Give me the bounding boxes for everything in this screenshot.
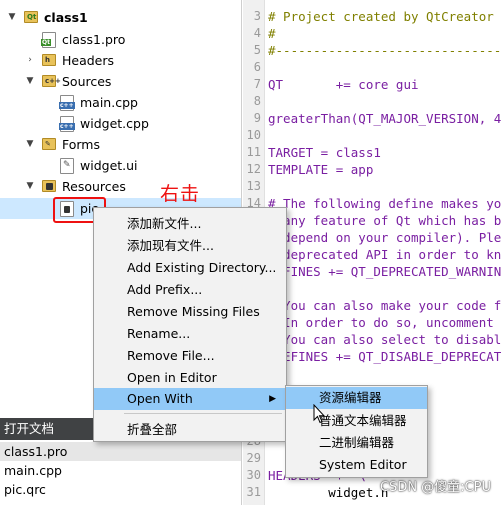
- code-line: # You can also select to disabl: [268, 332, 502, 347]
- tree-item-pro-file[interactable]: Qt class1.pro: [0, 29, 241, 50]
- line-number: 6: [253, 60, 261, 74]
- menu-item-collapse-all[interactable]: 折叠全部: [94, 419, 286, 441]
- submenu-item-binary-editor[interactable]: 二进制编辑器: [286, 432, 427, 454]
- code-line: # Project created by QtCreator: [268, 9, 494, 24]
- code-line: # any feature of Qt which has b: [268, 213, 502, 228]
- line-number: 10: [246, 128, 261, 142]
- chevron-down-icon[interactable]: ▼: [24, 71, 36, 92]
- line-number: 29: [246, 451, 261, 465]
- annotation-label: 右击: [160, 183, 201, 205]
- code-line: # In order to do so, uncomment: [268, 315, 494, 330]
- line-number: 4: [253, 26, 261, 40]
- tree-item-project[interactable]: ▼ Qt class1: [0, 7, 241, 28]
- menu-item-add-new-file[interactable]: 添加新文件...: [94, 213, 286, 235]
- pro-file-icon: Qt: [41, 32, 56, 48]
- tree-item-main-cpp[interactable]: c++ main.cpp: [0, 92, 241, 113]
- line-number: 13: [246, 179, 261, 193]
- open-document-item[interactable]: pic.qrc: [0, 480, 241, 499]
- tree-item-label: widget.ui: [80, 158, 138, 173]
- code-line: # depend on your compiler). Ple: [268, 230, 502, 245]
- submenu-item-resource-editor[interactable]: 资源编辑器: [286, 387, 427, 409]
- line-number: 3: [253, 9, 261, 23]
- cpp-file-icon: c++: [59, 95, 75, 111]
- sources-folder-icon: c++: [42, 75, 61, 87]
- forms-folder-icon: ✎: [42, 138, 56, 150]
- line-number: 5: [253, 43, 261, 57]
- mouse-cursor-icon: [313, 404, 325, 424]
- tree-item-label: Sources: [62, 74, 112, 89]
- context-menu: 添加新文件... 添加现有文件... Add Existing Director…: [93, 207, 287, 442]
- menu-item-open-in-editor[interactable]: Open in Editor: [94, 367, 286, 389]
- tree-item-label: Resources: [62, 179, 126, 194]
- line-number: 11: [246, 145, 261, 159]
- watermark: CSDN @傻童:CPU: [379, 480, 491, 495]
- cpp-file-icon: c++: [59, 116, 75, 132]
- chevron-right-icon[interactable]: ›: [24, 50, 36, 71]
- open-document-item[interactable]: class1.pro: [0, 442, 241, 461]
- code-line: #: [268, 26, 276, 41]
- code-line: QT += core gui: [268, 77, 419, 92]
- code-line: DEFINES += QT_DEPRECATED_WARNIN: [268, 264, 502, 279]
- menu-item-add-existing-files[interactable]: 添加现有文件...: [94, 235, 286, 257]
- project-folder-icon: Qt: [24, 11, 38, 23]
- menu-item-open-with-label: Open With: [127, 391, 193, 406]
- submenu-arrow-icon: ▶: [269, 394, 276, 404]
- code-line: #--------------------------------: [268, 43, 503, 58]
- code-line: # You can also make your code f: [268, 298, 502, 313]
- line-number: 9: [253, 111, 261, 125]
- line-number: 12: [246, 162, 261, 176]
- headers-folder-icon: h: [42, 54, 56, 66]
- open-document-item[interactable]: main.cpp: [0, 461, 241, 480]
- menu-item-add-prefix[interactable]: Add Prefix...: [94, 279, 286, 301]
- menu-item-rename[interactable]: Rename...: [94, 323, 286, 345]
- menu-item-remove-file[interactable]: Remove File...: [94, 345, 286, 367]
- menu-item-add-existing-directory[interactable]: Add Existing Directory...: [94, 257, 286, 279]
- code-line: TARGET = class1: [268, 145, 381, 160]
- tree-item-forms[interactable]: ▼ ✎ Forms: [0, 134, 241, 155]
- tree-item-label: main.cpp: [80, 95, 138, 110]
- menu-item-remove-missing-files[interactable]: Remove Missing Files: [94, 301, 286, 323]
- resources-folder-icon: [42, 180, 56, 192]
- line-number: 31: [246, 485, 261, 499]
- chevron-down-icon[interactable]: ▼: [6, 7, 18, 28]
- tree-item-label: Headers: [62, 53, 115, 68]
- tree-item-sources[interactable]: ▼ c++ Sources: [0, 71, 241, 92]
- tree-item-widget-cpp[interactable]: c++ widget.cpp: [0, 113, 241, 134]
- code-line: greaterThan(QT_MAJOR_VERSION, 4: [268, 111, 502, 126]
- project-label: class1: [44, 10, 88, 25]
- code-line: widget.h: [268, 485, 389, 500]
- menu-separator: [124, 413, 282, 414]
- code-line: # The following define makes yo: [268, 196, 502, 211]
- code-line: TEMPLATE = app: [268, 162, 374, 177]
- menu-item-open-with[interactable]: Open With ▶: [94, 388, 286, 410]
- tree-item-label: class1.pro: [62, 32, 126, 47]
- ui-file-icon: ✎: [60, 158, 74, 174]
- chevron-down-icon[interactable]: ▼: [24, 176, 36, 197]
- tree-item-resources[interactable]: ▼ Resources: [0, 176, 241, 197]
- tree-item-widget-ui[interactable]: ✎ widget.ui: [0, 155, 241, 176]
- submenu-item-system-editor[interactable]: System Editor: [286, 454, 427, 476]
- code-line: #DEFINES += QT_DISABLE_DEPRECAT: [268, 349, 502, 364]
- tree-item-label: widget.cpp: [80, 116, 149, 131]
- chevron-down-icon[interactable]: ▼: [24, 134, 36, 155]
- code-line: # deprecated API in order to kn: [268, 247, 502, 262]
- tree-item-label: Forms: [62, 137, 101, 152]
- open-with-submenu: 资源编辑器 普通文本编辑器 二进制编辑器 System Editor: [285, 385, 428, 478]
- tree-item-headers[interactable]: › h Headers: [0, 50, 241, 71]
- submenu-item-plain-text-editor[interactable]: 普通文本编辑器: [286, 410, 427, 432]
- line-number: 8: [253, 94, 261, 108]
- line-number: 30: [246, 468, 261, 482]
- line-number: 7: [253, 77, 261, 91]
